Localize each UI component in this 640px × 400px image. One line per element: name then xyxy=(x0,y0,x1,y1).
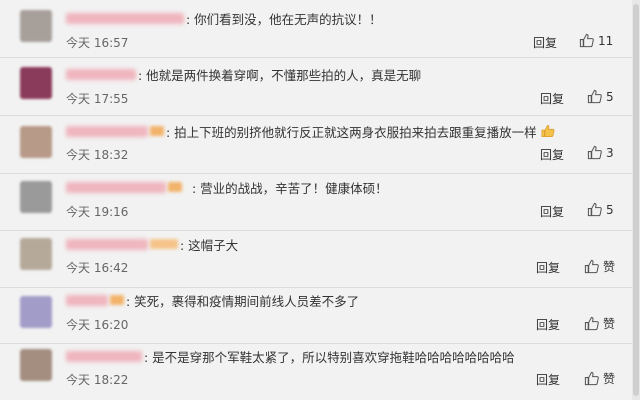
reply-button[interactable]: 回复 xyxy=(540,90,564,107)
comment-row: : 营业的战战，辛苦了！健康体硕！ 今天 19:16 回复 5 xyxy=(0,173,632,231)
comment-row: : 笑死，裹得和疫情期间前线人员差不多了 今天 16:20 回复 赞 xyxy=(0,286,632,344)
like-count: 赞 xyxy=(603,372,616,386)
username-blurred[interactable] xyxy=(66,12,184,24)
avatar[interactable] xyxy=(20,181,52,213)
user-badge xyxy=(150,126,164,136)
avatar[interactable] xyxy=(20,296,52,328)
thumbs-up-icon xyxy=(584,316,599,331)
username-blurred[interactable] xyxy=(66,68,136,80)
comment-text: : 你们看到没，他在无声的抗议！！ xyxy=(186,11,382,27)
avatar[interactable] xyxy=(20,126,52,158)
comment-time: 今天 18:32 xyxy=(66,148,129,162)
thumbs-up-icon xyxy=(584,371,599,386)
comment-text: : 这帽子大 xyxy=(180,237,239,253)
like-count: 赞 xyxy=(603,317,616,331)
thumbs-up-icon xyxy=(587,145,602,160)
username-blurred[interactable] xyxy=(66,350,142,362)
comment-time: 今天 18:22 xyxy=(66,373,129,387)
reply-button[interactable]: 回复 xyxy=(540,203,564,220)
comment-time: 今天 17:55 xyxy=(66,92,129,106)
comment-row: : 他就是两件换着穿啊，不懂那些拍的人，真是无聊 今天 17:55 回复 5 xyxy=(0,58,632,116)
like-count: 赞 xyxy=(603,260,616,274)
like-button[interactable]: 赞 xyxy=(584,258,615,275)
like-count: 5 xyxy=(606,202,614,217)
comment-text: : 拍上下班的别挤他就行反正就这两身衣服拍来拍去跟重复播放一样 xyxy=(166,124,537,140)
comment-list: : 你们看到没，他在无声的抗议！！ 今天 16:57 回复 11 : 他就是两件… xyxy=(0,0,632,400)
user-badge xyxy=(150,239,178,249)
like-count: 5 xyxy=(606,89,614,104)
thumbs-up-icon xyxy=(584,259,599,274)
like-button[interactable]: 5 xyxy=(587,202,614,217)
thumbs-up-icon xyxy=(579,33,594,48)
user-badge xyxy=(168,182,182,192)
comment-text: : 营业的战战，辛苦了！健康体硕！ xyxy=(192,180,388,196)
user-badge xyxy=(110,295,124,305)
scrollbar[interactable] xyxy=(632,0,640,400)
comment-time: 今天 19:16 xyxy=(66,205,129,219)
comment-row: : 你们看到没，他在无声的抗议！！ 今天 16:57 回复 11 xyxy=(0,0,632,58)
comment-row: : 拍上下班的别挤他就行反正就这两身衣服拍来拍去跟重复播放一样 今天 18:32… xyxy=(0,116,632,174)
reply-button[interactable]: 回复 xyxy=(536,371,560,388)
reply-button[interactable]: 回复 xyxy=(536,316,560,333)
reply-button[interactable]: 回复 xyxy=(536,259,560,276)
reply-button[interactable]: 回复 xyxy=(533,34,557,51)
comment-text: : 他就是两件换着穿啊，不懂那些拍的人，真是无聊 xyxy=(138,67,422,83)
username-blurred[interactable] xyxy=(66,294,108,306)
comment-time: 今天 16:42 xyxy=(66,261,129,275)
like-count: 11 xyxy=(598,33,614,48)
comment-row: : 是不是穿那个军鞋太紧了，所以特别喜欢穿拖鞋哈哈哈哈哈哈哈哈 今天 18:22… xyxy=(0,343,632,400)
comment-time: 今天 16:57 xyxy=(66,36,129,50)
like-count: 3 xyxy=(606,145,614,160)
like-button[interactable]: 11 xyxy=(579,33,613,48)
thumbs-up-emoji-icon xyxy=(541,124,555,138)
username-blurred[interactable] xyxy=(66,125,148,137)
like-button[interactable]: 赞 xyxy=(584,315,615,332)
comment-time: 今天 16:20 xyxy=(66,318,129,332)
thumbs-up-icon xyxy=(587,202,602,217)
comment-row: : 这帽子大 今天 16:42 回复 赞 xyxy=(0,230,632,288)
avatar[interactable] xyxy=(20,349,52,381)
like-button[interactable]: 3 xyxy=(587,145,614,160)
avatar[interactable] xyxy=(20,10,52,42)
thumbs-up-icon xyxy=(587,89,602,104)
avatar[interactable] xyxy=(20,67,52,99)
comment-text: : 是不是穿那个军鞋太紧了，所以特别喜欢穿拖鞋哈哈哈哈哈哈哈哈 xyxy=(144,349,515,365)
avatar[interactable] xyxy=(20,238,52,270)
like-button[interactable]: 5 xyxy=(587,89,614,104)
comment-text: : 笑死，裹得和疫情期间前线人员差不多了 xyxy=(126,293,360,309)
username-blurred[interactable] xyxy=(66,181,166,193)
scrollbar-thumb[interactable] xyxy=(633,4,639,396)
reply-button[interactable]: 回复 xyxy=(540,146,564,163)
username-blurred[interactable] xyxy=(66,238,148,250)
like-button[interactable]: 赞 xyxy=(584,370,615,387)
